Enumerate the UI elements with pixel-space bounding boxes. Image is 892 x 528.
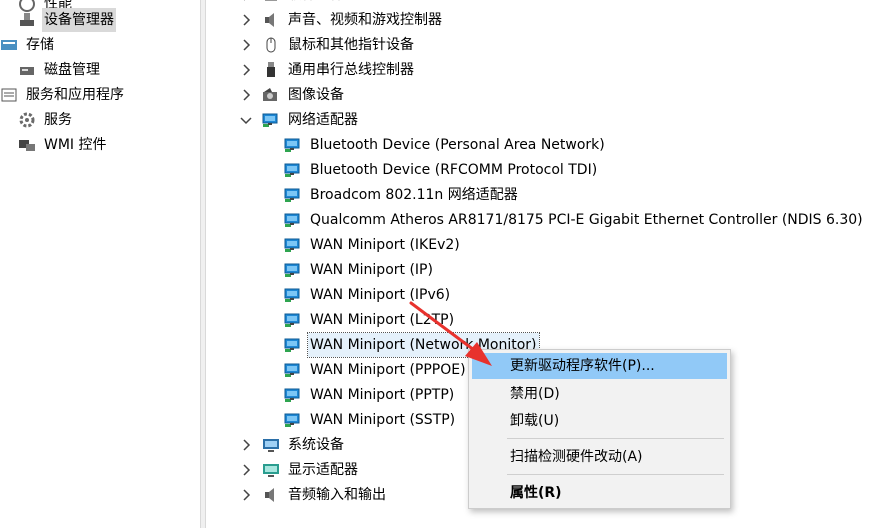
chevron-right-icon[interactable] (238, 87, 262, 103)
device-category[interactable]: 系统设备 (238, 433, 346, 457)
chevron-down-icon[interactable] (238, 112, 262, 128)
chevron-right-icon[interactable] (238, 62, 262, 78)
tree-item-label: 系统设备 (288, 437, 344, 453)
network-adapter-icon (284, 186, 302, 204)
device-category[interactable]: 通用串行总线控制器 (238, 58, 416, 82)
network-adapter-icon (284, 286, 302, 304)
device-manager-icon (18, 11, 36, 29)
tree-item-label: 网络适配器 (288, 112, 358, 128)
usb-icon (262, 61, 280, 79)
context-menu: 更新驱动程序软件(P)... 禁用(D) 卸载(U) 扫描检测硬件改动(A) 属性(R) (468, 349, 731, 509)
tree-item-label: Bluetooth Device (Personal Area Network) (310, 137, 605, 153)
display-adapter-icon (262, 461, 280, 479)
chevron-right-icon[interactable] (238, 487, 262, 503)
network-device-item[interactable]: WAN Miniport (IPv6) (284, 283, 452, 307)
network-adapter-icon (284, 361, 302, 379)
network-device-item[interactable]: Qualcomm Atheros AR8171/8175 PCI-E Gigab… (284, 208, 865, 232)
tree-item-label: 显示适配器 (288, 462, 358, 478)
menu-item[interactable]: 禁用(D) (472, 381, 727, 407)
gear-icon (18, 111, 36, 129)
menu-item[interactable]: 更新驱动程序软件(P)... (472, 353, 727, 379)
network-adapter-icon (262, 111, 280, 129)
nav-item[interactable]: 服务 (18, 108, 74, 132)
system-devices-icon (262, 436, 280, 454)
tree-item-label: 图像设备 (288, 87, 344, 103)
menu-item[interactable]: 属性(R) (472, 480, 727, 506)
speaker-icon (262, 11, 280, 29)
tree-item-label: Broadcom 802.11n 网络适配器 (310, 187, 518, 203)
chevron-right-icon[interactable] (238, 462, 262, 478)
nav-item[interactable]: 磁盘管理 (18, 58, 102, 82)
tree-item-label: 软件组件 (286, 0, 346, 7)
chevron-right-icon[interactable] (238, 12, 262, 28)
storage-icon (0, 36, 18, 54)
tree-item-label: Bluetooth Device (RFCOMM Protocol TDI) (310, 162, 598, 178)
tree-item-label: 磁盘管理 (44, 62, 100, 78)
network-device-item[interactable]: WAN Miniport (PPTP) (284, 383, 456, 407)
nav-item[interactable]: 存储 (0, 33, 56, 57)
camera-icon (262, 86, 280, 104)
tree-item-label: WAN Miniport (PPPOE) (310, 362, 466, 378)
tree-item-label: 音频输入和输出 (288, 487, 386, 503)
tree-item-label: WAN Miniport (L2TP) (310, 312, 455, 328)
chevron-right-icon[interactable] (238, 37, 262, 53)
network-adapter-icon (284, 261, 302, 279)
network-adapter-icon (284, 311, 302, 329)
wmi-icon (18, 136, 36, 154)
network-device-item[interactable]: WAN Miniport (IP) (284, 258, 435, 282)
network-adapter-icon (284, 136, 302, 154)
device-category[interactable]: 软件组件 (238, 0, 346, 7)
device-category[interactable]: 显示适配器 (238, 458, 360, 482)
audio-io-icon (262, 486, 280, 504)
network-device-item[interactable]: Broadcom 802.11n 网络适配器 (284, 183, 520, 207)
tree-item-label: WAN Miniport (IP) (310, 262, 433, 278)
chevron-right-icon[interactable] (238, 437, 262, 453)
network-adapter-icon (284, 211, 302, 229)
tree-item-label: WAN Miniport (PPTP) (310, 387, 455, 403)
navigation-tree-pane: 性能 设备管理器 存储 磁盘管理 服务和应用程序 服务 WMI 控件 (0, 0, 200, 528)
tree-item-label: WMI 控件 (44, 137, 107, 153)
device-category[interactable]: 鼠标和其他指针设备 (238, 33, 416, 57)
device-category[interactable]: 图像设备 (238, 83, 346, 107)
tree-item-label: WAN Miniport (IKEv2) (310, 237, 460, 253)
menu-item[interactable]: 卸载(U) (472, 408, 727, 434)
network-device-item[interactable]: WAN Miniport (PPPOE) (284, 358, 468, 382)
device-category-network[interactable]: 网络适配器 (238, 108, 360, 132)
nav-item[interactable]: WMI 控件 (18, 133, 109, 157)
network-adapter-icon (284, 386, 302, 404)
network-adapter-icon (284, 336, 302, 354)
nav-item[interactable]: 设备管理器 (18, 8, 116, 32)
network-device-item[interactable]: WAN Miniport (L2TP) (284, 308, 456, 332)
tree-item-label: 声音、视频和游戏控制器 (288, 12, 442, 28)
network-adapter-icon (284, 161, 302, 179)
menu-separator (507, 474, 724, 475)
menu-separator (507, 438, 724, 439)
disk-management-icon (18, 61, 36, 79)
network-device-item[interactable]: WAN Miniport (SSTP) (284, 408, 457, 432)
tree-item-label: 设备管理器 (42, 8, 116, 32)
tree-item-label: 鼠标和其他指针设备 (288, 37, 414, 53)
chevron-right-icon[interactable] (238, 0, 262, 3)
software-component-icon (262, 0, 280, 4)
tree-item-label: WAN Miniport (IPv6) (310, 287, 451, 303)
device-category[interactable]: 声音、视频和游戏控制器 (238, 8, 444, 32)
device-category[interactable]: 音频输入和输出 (238, 483, 388, 507)
tree-item-label: 存储 (26, 37, 54, 53)
network-device-item[interactable]: Bluetooth Device (Personal Area Network) (284, 133, 607, 157)
tree-item-label: WAN Miniport (SSTP) (310, 412, 456, 428)
mouse-icon (262, 36, 280, 54)
nav-item[interactable]: 服务和应用程序 (0, 83, 126, 107)
network-adapter-icon (284, 236, 302, 254)
services-apps-icon (0, 86, 18, 104)
tree-item-label: 服务和应用程序 (26, 87, 124, 103)
tree-item-label: 通用串行总线控制器 (288, 62, 414, 78)
tree-item-label: 服务 (44, 112, 72, 128)
network-adapter-icon (284, 411, 302, 429)
network-device-item[interactable]: WAN Miniport (IKEv2) (284, 233, 462, 257)
menu-item[interactable]: 扫描检测硬件改动(A) (472, 444, 727, 470)
network-device-item[interactable]: Bluetooth Device (RFCOMM Protocol TDI) (284, 158, 599, 182)
tree-item-label: Qualcomm Atheros AR8171/8175 PCI-E Gigab… (310, 212, 863, 228)
